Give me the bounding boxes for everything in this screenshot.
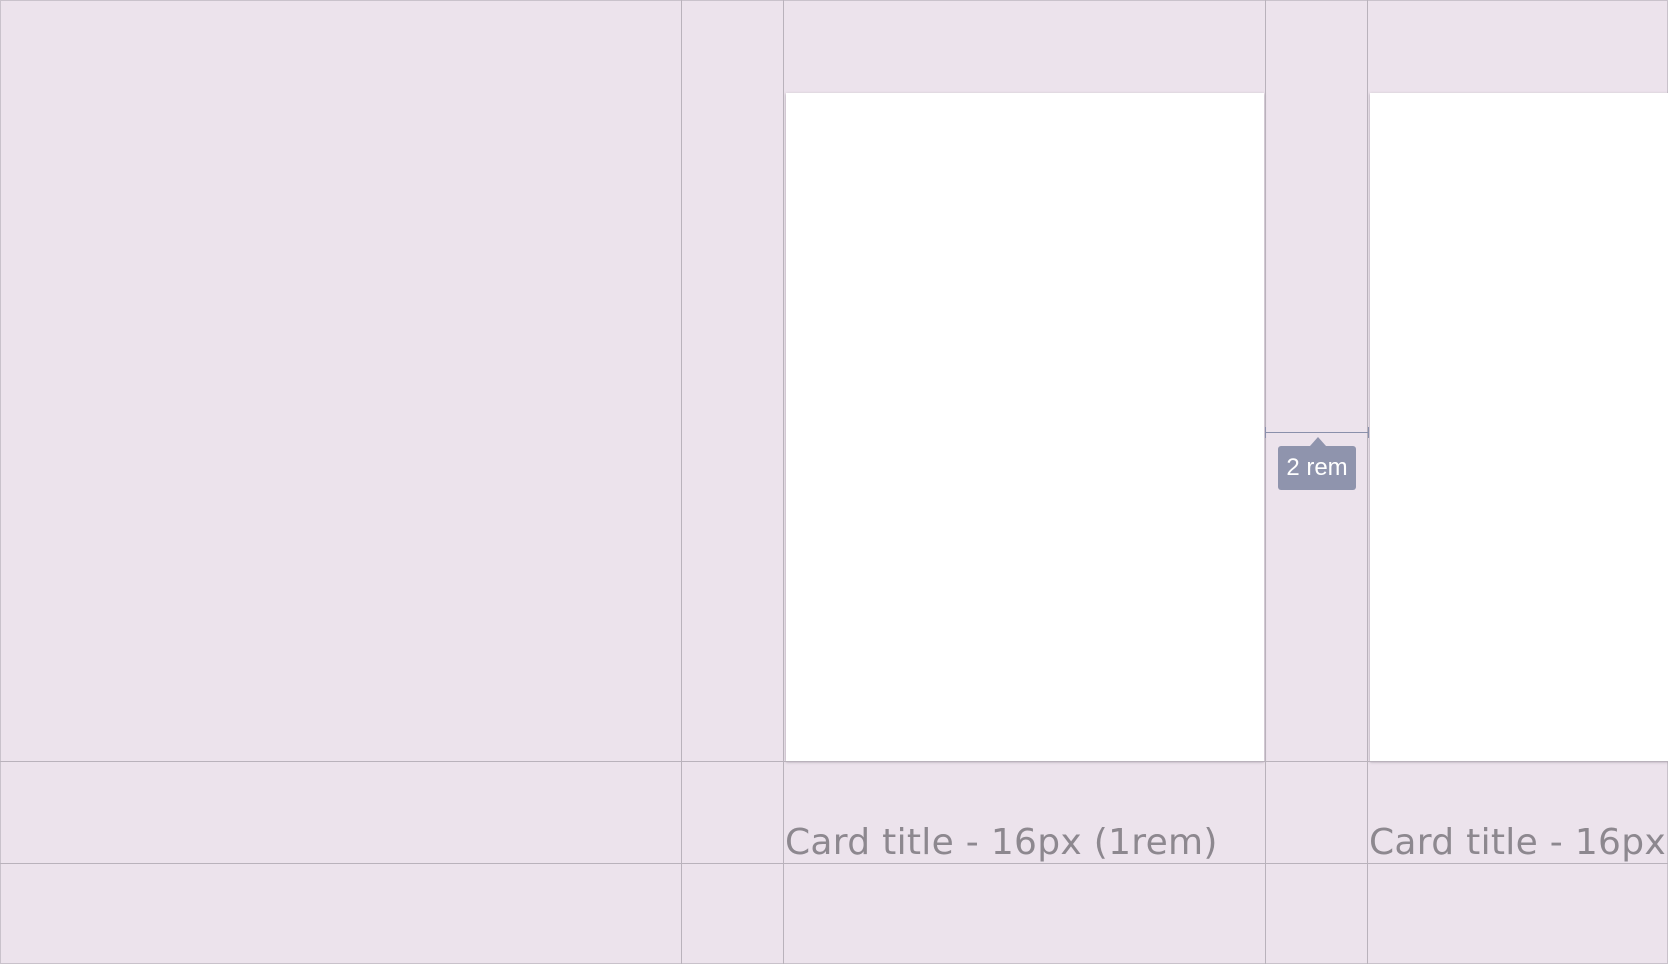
layout-diagram: Card title - 16px (1rem) Card title - 16… [0,0,1668,964]
card-title: Card title - 16px (1rem) [785,822,1218,863]
badge-arrow-icon [1310,437,1326,446]
gap-measure-tick [1265,427,1266,438]
gap-measure-tick [1368,427,1369,438]
guide-line-vertical [681,0,682,964]
card-title: Card title - 16px [1369,822,1666,863]
gap-measure-line [1265,432,1369,433]
guide-line-horizontal [0,863,1668,864]
guide-line-vertical [783,0,784,964]
guide-line-vertical [1367,0,1368,964]
card-1 [786,93,1264,761]
guide-line-vertical [1265,0,1266,964]
gap-size-badge: 2 rem [1278,446,1356,490]
card-2 [1370,93,1668,761]
guide-line-horizontal [0,761,1668,762]
